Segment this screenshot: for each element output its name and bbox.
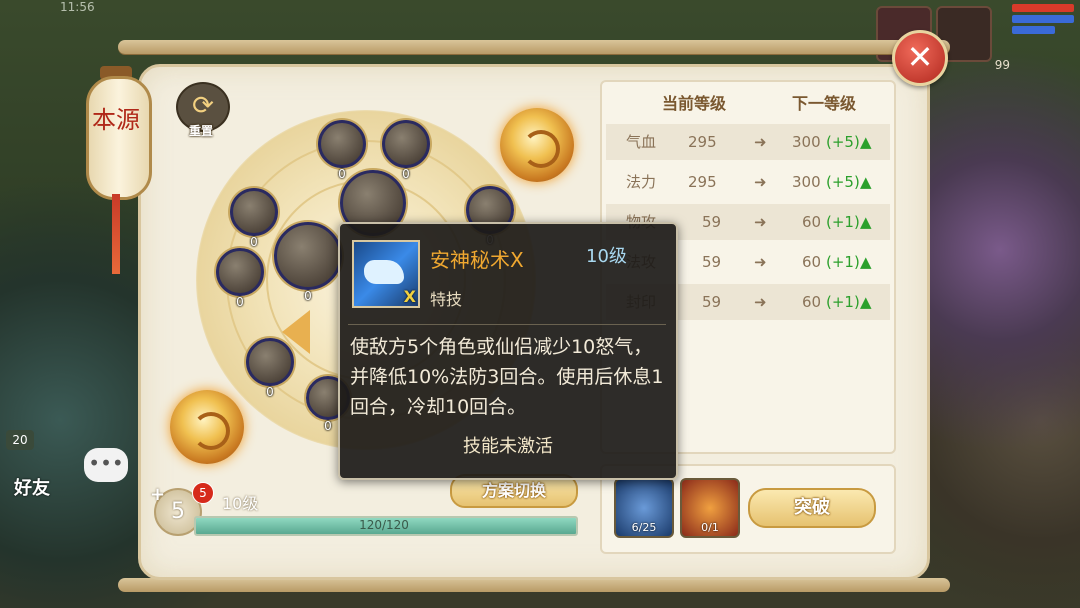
reset-button[interactable]: ⟳ 重置	[174, 82, 230, 138]
plus-icon[interactable]: +	[150, 484, 165, 505]
stat-current: 59	[702, 253, 722, 271]
skill-node-left-upper[interactable]: 0	[230, 188, 278, 249]
chat-bubble-icon[interactable]: •••	[84, 448, 128, 482]
fire-orb-bottom	[170, 390, 244, 464]
stat-current: 295	[688, 133, 717, 151]
stat-name: 法力	[626, 173, 657, 191]
up-arrow-icon: ▲	[860, 173, 872, 191]
level-label: 10级	[222, 494, 259, 513]
friend-count-tag: 20	[6, 430, 34, 450]
skill-level: 10级	[586, 246, 627, 267]
lantern-tassel	[112, 194, 120, 274]
skill-tooltip: X 安神秘术X 10级 特技 使敌方5个角色或仙侣减少10怒气，并降低10%法防…	[338, 222, 678, 480]
arrow-right-icon: ➜	[754, 133, 767, 151]
skill-node-top-right[interactable]: 0	[382, 120, 430, 181]
skill-node-top-left[interactable]: 0	[318, 120, 366, 181]
node-level: 0	[250, 235, 258, 249]
hand-icon	[364, 260, 404, 284]
friend-label: 好友	[14, 478, 50, 499]
stat-current: 59	[702, 293, 722, 311]
breakthrough-button[interactable]: 突破	[748, 488, 876, 528]
skill-node-center-left[interactable]: 0	[274, 222, 342, 303]
stat-next: 60	[802, 213, 822, 231]
arrow-right-icon: ➜	[754, 173, 767, 191]
lantern-label: 本源	[92, 106, 140, 134]
stat-gain: (+1)	[826, 213, 860, 231]
up-arrow-icon: ▲	[860, 133, 872, 151]
node-level: 0	[304, 289, 312, 303]
stat-gain: (+1)	[826, 293, 860, 311]
lantern-body	[86, 76, 152, 200]
friend-button[interactable]: 20 好友	[6, 430, 86, 500]
notification-badge: 5	[192, 482, 214, 504]
node-level: 0	[266, 385, 274, 399]
skill-icon: X	[352, 240, 420, 308]
stat-next: 60	[802, 293, 822, 311]
up-arrow-icon: ▲	[860, 253, 872, 271]
level-area: 5 + 5 10级 120/120	[150, 482, 580, 542]
col-current-level: 当前等级	[662, 94, 727, 113]
exp-text: 120/120	[359, 518, 409, 532]
close-icon: ✕	[906, 38, 934, 76]
reset-label: 重置	[188, 124, 213, 138]
stat-current: 59	[702, 213, 722, 231]
node-level: 0	[236, 295, 244, 309]
close-button[interactable]: ✕	[892, 30, 948, 86]
arrow-right-icon: ➜	[754, 293, 767, 311]
hud-status-bars	[1012, 4, 1074, 42]
up-arrow-icon: ▲	[860, 293, 872, 311]
hud-number: 99	[994, 58, 1010, 72]
skill-node-left-mid[interactable]: 0	[216, 248, 264, 309]
skill-type: 特技	[430, 290, 463, 309]
panel-bottom-rail	[118, 578, 950, 592]
col-next-level: 下一等级	[792, 94, 857, 113]
up-arrow-icon: ▲	[860, 213, 872, 231]
selection-arrow-icon	[282, 310, 310, 354]
stat-name: 气血	[626, 133, 657, 151]
stat-row: 法力 295 ➜ 300 (+5) ▲	[606, 164, 890, 200]
stat-next: 60	[802, 253, 822, 271]
stat-next: 300	[792, 133, 821, 151]
stat-gain: (+5)	[826, 133, 860, 151]
skill-status: 技能未激活	[463, 436, 553, 457]
stat-next: 300	[792, 173, 821, 191]
arrow-right-icon: ➜	[754, 253, 767, 271]
arrow-right-icon: ➜	[754, 213, 767, 231]
panel-top-rail	[118, 40, 950, 54]
stat-row: 气血 295 ➜ 300 (+5) ▲	[606, 124, 890, 160]
material-slot-1[interactable]: 6/25	[614, 478, 674, 538]
status-time: 11:56	[60, 0, 95, 14]
divider	[348, 324, 666, 325]
tab-lantern-benyuan[interactable]: 本源	[86, 62, 152, 274]
skill-description: 使敌方5个角色或仙侣减少10怒气，并降低10%法防3回合。使用后休息1回合，冷却…	[350, 336, 664, 418]
stat-gain: (+1)	[826, 253, 860, 271]
material-slot-2[interactable]: 0/1	[680, 478, 740, 538]
material-count: 6/25	[631, 521, 657, 534]
skill-tier-badge: X	[403, 287, 416, 306]
skill-name: 安神秘术X	[430, 248, 524, 272]
material-count: 0/1	[701, 521, 719, 534]
stat-current: 295	[688, 173, 717, 191]
fire-orb-top	[500, 108, 574, 182]
stat-gain: (+5)	[826, 173, 860, 191]
